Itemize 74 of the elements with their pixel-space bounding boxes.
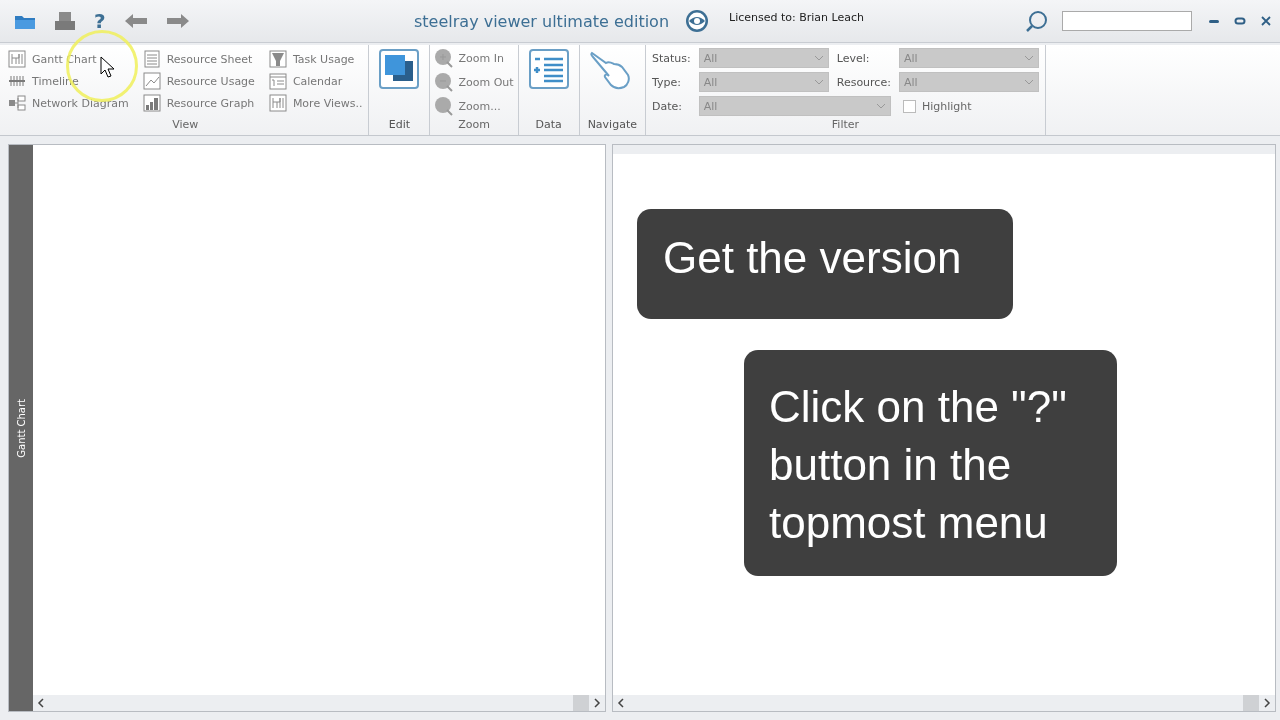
view-icon [142,72,161,90]
zoom-button[interactable]: Zoom Out [434,71,514,93]
mouse-cursor-icon [100,56,114,78]
magnifier-icon [434,48,455,68]
callout-bubble: Get the version [637,209,1013,319]
scroll-thumb[interactable] [573,695,589,711]
group-label: Edit [388,118,411,133]
view-icon [8,94,26,112]
magnifier-icon [434,72,455,92]
side-tab[interactable]: Gantt Chart [9,145,33,711]
forward-arrow-icon[interactable] [165,13,190,29]
view-icon [142,50,161,68]
chevron-down-icon [1023,79,1034,85]
close-icon[interactable] [1260,15,1272,27]
scroll-left-icon[interactable] [37,698,45,708]
view-item[interactable]: Resource Sheet [142,48,255,70]
back-arrow-icon[interactable] [123,13,148,29]
scroll-right-icon[interactable] [593,698,601,708]
item-label: Task Usage [292,52,355,66]
chevron-down-icon [813,55,824,61]
view-item[interactable]: Calendar [268,70,363,92]
horizontal-scrollbar[interactable] [33,695,605,711]
checkbox-label: Highlight [921,99,972,113]
scroll-thumb[interactable] [1243,695,1259,711]
view-icon [268,72,287,90]
chevron-down-icon [813,79,824,85]
search-icon[interactable] [1026,10,1048,32]
zoom-label: Zoom Out [458,75,514,89]
printer-icon[interactable] [54,11,76,31]
restore-icon[interactable] [1234,15,1246,27]
zoom-label: Zoom... [458,99,501,113]
item-label: Calendar [292,74,343,88]
magnifier-icon [434,96,455,116]
highlight-checkbox[interactable] [902,99,916,113]
zoom-button[interactable]: Zoom... [434,95,514,117]
view-icon [268,94,287,112]
view-icon [8,50,26,68]
field-label: Date: [651,99,683,113]
view-item[interactable]: Resource Graph [142,92,255,114]
group-label: Zoom [458,118,490,133]
window-title: steelray viewer ultimate edition [414,11,670,31]
view-item[interactable]: Resource Usage [142,70,255,92]
zoom-label: Zoom In [458,51,504,65]
horizontal-scrollbar[interactable] [613,695,1275,711]
help-button[interactable]: ? [94,10,106,32]
item-label: More Views.. [292,96,363,110]
scroll-right-icon[interactable] [1263,698,1271,708]
item-label: Resource Graph [166,96,255,110]
field-label: Type: [651,75,682,89]
list-icon[interactable] [528,49,569,89]
view-item[interactable]: Network Diagram [8,92,129,114]
group-label: Filter [831,118,860,133]
view-item[interactable]: More Views.. [268,92,363,114]
search-field[interactable] [1062,11,1192,31]
group-label: Data [535,118,562,133]
group-label: Navigate [587,118,637,133]
field-label: Level: [836,51,871,65]
field-label: Status: [651,51,691,65]
view-item[interactable]: Task Usage [268,48,363,70]
view-icon [142,94,161,112]
item-label: Resource Sheet [166,52,253,66]
item-label: Resource Usage [166,74,255,88]
zoom-button[interactable]: Zoom In [434,47,514,69]
callout-bubble: Click on the "?" button in the topmost menu [744,350,1117,576]
eye-icon [685,9,710,33]
field-label: Resource: [836,75,891,89]
chevron-down-icon [1023,55,1034,61]
chevron-down-icon [875,103,886,109]
edit-icon[interactable] [379,49,420,89]
view-icon [268,50,287,68]
scroll-left-icon[interactable] [617,698,625,708]
license-text: Licensed to: Brian Leach [729,10,865,24]
item-label: Network Diagram [32,96,129,110]
group-label: View [172,118,199,133]
